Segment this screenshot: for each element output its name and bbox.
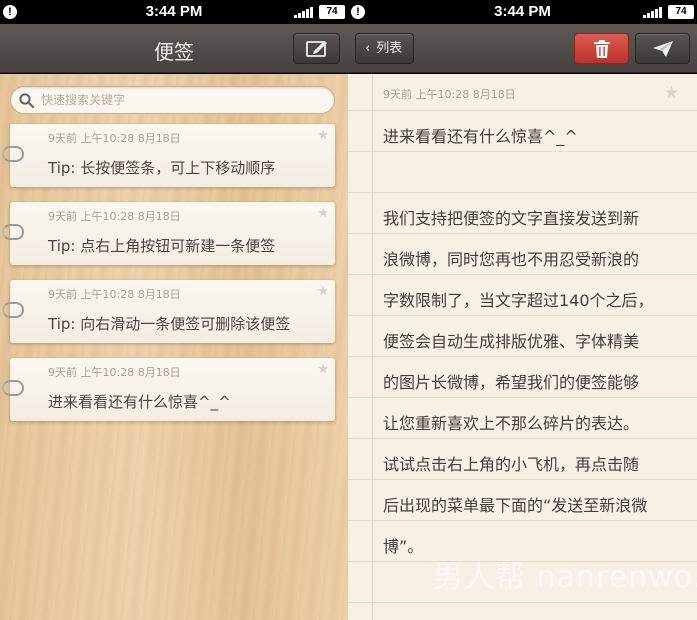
status-bar: ! 3:44 PM 74 <box>348 0 697 24</box>
ruled-line <box>348 438 697 439</box>
ruled-line <box>348 397 697 398</box>
trash-icon <box>593 39 610 58</box>
margin-line <box>372 74 373 620</box>
star-icon[interactable]: ★ <box>317 206 329 221</box>
star-icon[interactable]: ★ <box>317 284 329 299</box>
star-icon[interactable]: ★ <box>317 128 329 143</box>
back-label: 列表 <box>376 41 403 56</box>
nav-bar: 便签 <box>0 24 348 73</box>
ruled-line <box>348 479 697 480</box>
status-bar: ! 3:44 PM 74 <box>0 0 348 24</box>
notes-list: 9天前 上午10:28 8月18日 ★ Tip: 长按便签条，可上下移动顺序 9… <box>0 74 348 620</box>
ruled-line <box>348 274 697 275</box>
note-body-line: 便签会自动生成排版优雅、字体精美 <box>383 332 640 351</box>
battery-icon: 74 <box>668 5 694 19</box>
note-meta: 9天前 上午10:28 8月18日 <box>48 366 181 379</box>
note-body-line: 试试点击右上角的小飞机，再点击随 <box>383 455 640 474</box>
signal-icon <box>294 7 314 18</box>
paperclip-icon <box>2 146 24 162</box>
search-bar[interactable] <box>10 86 335 114</box>
note-text: Tip: 长按便签条，可上下移动顺序 <box>48 159 276 177</box>
note-body-line: 博”。 <box>383 537 424 556</box>
note-detail-screen: ! 3:44 PM 74 ‹ 列表 9天前 上午10:28 8月18日 ★ 进来… <box>348 0 697 620</box>
ruled-line <box>348 110 697 111</box>
note-meta: 9天前 上午10:28 8月18日 <box>48 132 181 145</box>
ruled-line <box>348 315 697 316</box>
paper-plane-icon <box>652 40 673 57</box>
chevron-left-icon: ‹ <box>365 41 371 56</box>
paperclip-icon <box>2 224 24 240</box>
note-item[interactable]: 9天前 上午10:28 8月18日 ★ 进来看看还有什么惊喜^_^ <box>2 358 335 421</box>
battery-icon: 74 <box>319 5 345 19</box>
note-body-line: 我们支持把便签的文字直接发送到新 <box>383 209 640 228</box>
note-text: Tip: 向右滑动一条便签可删除该便签 <box>48 315 291 333</box>
note-text: Tip: 点右上角按钮可新建一条便签 <box>48 237 276 255</box>
new-note-button[interactable] <box>293 33 340 64</box>
ruled-line <box>348 151 697 152</box>
note-item[interactable]: 9天前 上午10:28 8月18日 ★ Tip: 向右滑动一条便签可删除该便签 <box>2 280 335 343</box>
note-meta: 9天前 上午10:28 8月18日 <box>383 88 516 101</box>
search-input[interactable] <box>41 90 321 110</box>
delete-button[interactable] <box>574 33 629 64</box>
note-body-line: 字数限制了，当文字超过140个之后， <box>383 291 654 310</box>
star-icon[interactable]: ★ <box>317 362 329 377</box>
star-icon[interactable]: ★ <box>664 83 679 103</box>
ruled-line <box>348 602 697 603</box>
note-title-line: 进来看看还有什么惊喜^_^ <box>383 127 578 146</box>
send-to-weibo-button[interactable] <box>635 33 690 64</box>
note-item[interactable]: 9天前 上午10:28 8月18日 ★ Tip: 长按便签条，可上下移动顺序 <box>2 124 335 187</box>
notes-list-screen: ! 3:44 PM 74 便签 9天前 上午10:28 8月18日 ★ <box>0 0 348 620</box>
ruled-line <box>348 520 697 521</box>
paperclip-icon <box>2 380 24 396</box>
ruled-line <box>348 233 697 234</box>
note-body-line: 后出现的菜单最下面的“发送至新浪微 <box>383 496 648 515</box>
note-meta: 9天前 上午10:28 8月18日 <box>48 288 181 301</box>
note-item[interactable]: 9天前 上午10:28 8月18日 ★ Tip: 点右上角按钮可新建一条便签 <box>2 202 335 265</box>
ruled-line <box>348 356 697 357</box>
note-text: 进来看看还有什么惊喜^_^ <box>48 393 231 411</box>
signal-icon <box>643 7 663 18</box>
paperclip-icon <box>2 302 24 318</box>
search-icon <box>19 93 34 108</box>
note-body-line: 的图片长微博，希望我们的便签能够 <box>383 373 640 392</box>
note-content[interactable]: 9天前 上午10:28 8月18日 ★ 进来看看还有什么惊喜^_^ 我们支持把便… <box>348 74 697 620</box>
note-body-line: 浪微博，同时您再也不用忍受新浪的 <box>383 250 640 269</box>
compose-icon <box>305 40 327 57</box>
watermark: 男人帮 nanrenwo.net <box>433 560 697 595</box>
nav-bar: ‹ 列表 <box>348 24 697 73</box>
note-meta: 9天前 上午10:28 8月18日 <box>48 210 181 223</box>
note-body-line: 让您重新喜欢上不那么碎片的表达。 <box>383 414 640 433</box>
ruled-line <box>348 192 697 193</box>
back-button[interactable]: ‹ 列表 <box>355 33 415 64</box>
